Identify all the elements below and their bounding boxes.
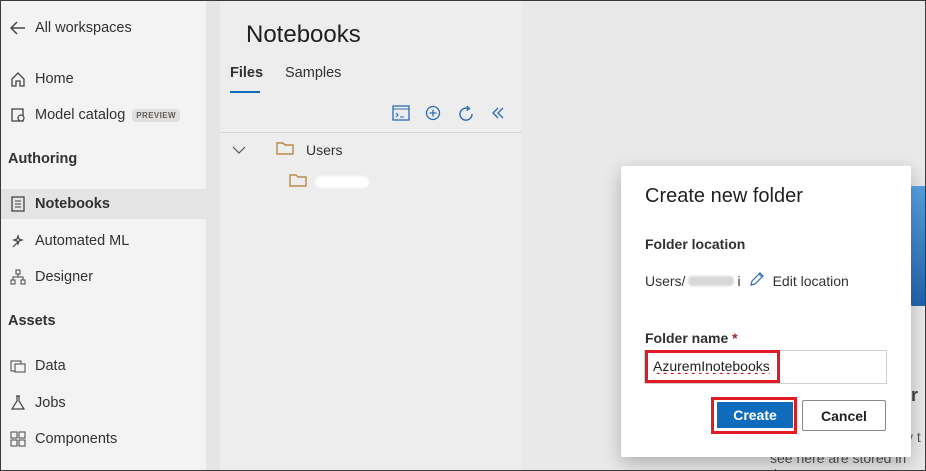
required-asterisk: * — [732, 330, 738, 346]
edit-location-link[interactable]: Edit location — [749, 271, 849, 290]
app-window: All workspaces Home Model catalog PREVIE… — [0, 0, 926, 471]
chevron-down-icon[interactable] — [232, 142, 246, 158]
redacted-username — [688, 275, 735, 286]
back-arrow-icon — [8, 21, 28, 35]
nav-model-catalog-label: Model catalog — [35, 107, 126, 123]
nav-components[interactable]: Components — [1, 424, 206, 454]
authoring-heading: Authoring — [8, 151, 78, 167]
back-label: All workspaces — [35, 20, 132, 36]
jobs-icon — [8, 395, 28, 411]
folder-name-label: Folder name * — [645, 330, 738, 346]
pencil-icon — [749, 271, 765, 290]
location-prefix: Users/ — [645, 272, 686, 289]
illustration-image — [910, 186, 925, 306]
tree-row-users[interactable]: Users — [232, 141, 343, 158]
nav-automated-ml[interactable]: Automated ML — [1, 226, 206, 256]
nav-scrollbar[interactable] — [206, 1, 220, 470]
tab-files[interactable]: Files — [230, 65, 263, 81]
edit-location-label: Edit location — [772, 272, 849, 289]
nav-home[interactable]: Home — [1, 64, 206, 94]
refresh-icon[interactable] — [457, 105, 475, 128]
divider — [220, 132, 522, 133]
page-title: Notebooks — [246, 21, 361, 48]
folder-name-text: Folder name — [645, 330, 729, 346]
tree-users-label: Users — [306, 141, 343, 158]
model-catalog-icon — [8, 107, 28, 123]
data-icon — [8, 358, 28, 374]
nav-designer[interactable]: Designer — [1, 262, 206, 292]
preview-badge: PREVIEW — [132, 108, 180, 122]
terminal-icon[interactable] — [392, 105, 410, 126]
left-nav: All workspaces Home Model catalog PREVIE… — [1, 1, 220, 470]
folder-icon — [289, 173, 307, 190]
redacted-username — [315, 175, 369, 188]
nav-designer-label: Designer — [35, 269, 94, 285]
folder-icon — [276, 141, 294, 158]
nav-components-label: Components — [35, 431, 118, 447]
nav-home-label: Home — [35, 71, 74, 87]
nav-notebooks[interactable]: Notebooks — [1, 189, 206, 219]
nav-data[interactable]: Data — [1, 351, 206, 381]
designer-icon — [8, 269, 28, 285]
nav-automated-ml-label: Automated ML — [35, 233, 130, 249]
nav-jobs-label: Jobs — [35, 395, 66, 411]
collapse-icon[interactable] — [490, 105, 506, 126]
home-icon — [8, 71, 28, 87]
back-to-workspaces[interactable]: All workspaces — [1, 13, 206, 43]
nav-model-catalog[interactable]: Model catalog PREVIEW — [1, 100, 206, 130]
tab-samples[interactable]: Samples — [285, 65, 341, 81]
folder-location-label: Folder location — [645, 236, 746, 252]
assets-heading: Assets — [8, 313, 56, 329]
location-suffix: i — [737, 272, 741, 289]
components-icon — [8, 431, 28, 447]
folder-location-value: Users/ i Edit location — [645, 271, 849, 290]
cancel-button[interactable]: Cancel — [802, 400, 886, 431]
create-highlight-box — [711, 397, 797, 434]
notebook-icon — [8, 196, 28, 212]
active-tab-indicator — [230, 91, 260, 93]
input-highlight-box — [645, 350, 780, 383]
add-icon[interactable] — [425, 105, 441, 126]
nav-data-label: Data — [35, 358, 66, 374]
nav-jobs[interactable]: Jobs — [1, 388, 206, 418]
automl-icon — [8, 233, 28, 249]
tree-row-user-folder[interactable] — [289, 173, 369, 190]
dialog-title: Create new folder — [645, 185, 803, 207]
notebooks-panel: Notebooks Files Samples Users — [220, 1, 522, 470]
nav-notebooks-label: Notebooks — [35, 196, 110, 212]
